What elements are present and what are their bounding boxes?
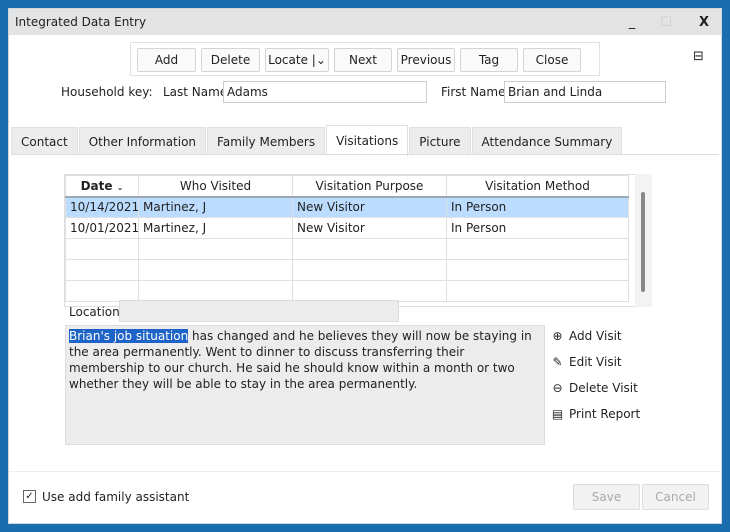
- sort-chevron-icon: ⌄: [116, 182, 124, 192]
- title-bar: Integrated Data Entry _ ☐ X: [9, 9, 721, 35]
- tab-picture[interactable]: Picture: [409, 127, 471, 155]
- visits-table: Date ⌄ Who Visited Visitation Purpose Vi…: [64, 174, 644, 307]
- table-header: Date ⌄ Who Visited Visitation Purpose Vi…: [65, 175, 629, 198]
- add-visit-button[interactable]: ⊕ Add Visit: [551, 329, 622, 343]
- pencil-icon: ✎: [552, 355, 563, 369]
- footer: ✓ Use add family assistant Save Cancel: [9, 471, 721, 523]
- edit-visit-label: Edit Visit: [569, 355, 622, 369]
- cell-method: In Person: [446, 217, 629, 239]
- add-visit-label: Add Visit: [569, 329, 622, 343]
- integrated-data-entry-window: Integrated Data Entry _ ☐ X Add Delete L…: [8, 8, 722, 524]
- column-header-who-visited[interactable]: Who Visited: [138, 175, 293, 198]
- window-title: Integrated Data Entry: [15, 15, 147, 29]
- close-button[interactable]: Close: [523, 48, 581, 72]
- edit-visit-button[interactable]: ✎ Edit Visit: [551, 355, 622, 369]
- print-report-button[interactable]: ▤ Print Report: [551, 407, 640, 421]
- tab-attendance-summary[interactable]: Attendance Summary: [471, 127, 623, 155]
- column-header-date[interactable]: Date ⌄: [65, 175, 139, 198]
- cell-purpose: New Visitor: [292, 196, 447, 218]
- tab-visitations[interactable]: Visitations: [326, 125, 409, 156]
- minus-circle-icon: ⊖: [552, 381, 563, 395]
- cell-date: 10/14/2021: [65, 196, 139, 218]
- cell-method: In Person: [446, 196, 629, 218]
- add-button[interactable]: Add: [137, 48, 196, 72]
- minimize-button[interactable]: _: [617, 9, 647, 35]
- visit-notes-textarea[interactable]: Brian's job situation has changed and he…: [65, 325, 545, 445]
- first-name-input[interactable]: Brian and Linda: [504, 81, 666, 103]
- next-button[interactable]: Next: [334, 48, 392, 72]
- delete-button[interactable]: Delete: [201, 48, 260, 72]
- tag-button[interactable]: Tag: [460, 48, 518, 72]
- assistant-label: Use add family assistant: [42, 490, 190, 504]
- last-name-input[interactable]: Adams: [223, 81, 427, 103]
- plus-circle-icon: ⊕: [552, 329, 563, 343]
- tab-other-information[interactable]: Other Information: [78, 127, 207, 155]
- empty-row[interactable]: [65, 280, 629, 302]
- locate-label: Locate: [268, 53, 308, 67]
- household-key-label: Household key:: [61, 85, 153, 99]
- cell-date: 10/01/2021: [65, 217, 139, 239]
- previous-button[interactable]: Previous: [397, 48, 455, 72]
- layout-icon[interactable]: ⊟: [693, 49, 704, 64]
- cell-who-visited: Martinez, J: [138, 196, 293, 218]
- tab-contact[interactable]: Contact: [11, 127, 78, 155]
- assistant-checkbox[interactable]: ✓: [23, 490, 36, 503]
- delete-visit-label: Delete Visit: [569, 381, 638, 395]
- selected-text: Brian's job situation: [69, 329, 189, 343]
- column-header-visitation-method[interactable]: Visitation Method: [446, 175, 629, 198]
- chevron-down-icon[interactable]: |⌄: [308, 53, 326, 67]
- table-row[interactable]: 10/01/2021 Martinez, J New Visitor In Pe…: [65, 217, 629, 239]
- tab-bar: Contact Other Information Family Members…: [11, 125, 623, 156]
- save-button[interactable]: Save: [573, 484, 640, 510]
- empty-row[interactable]: [65, 238, 629, 260]
- print-report-label: Print Report: [569, 407, 641, 421]
- tab-family-members[interactable]: Family Members: [207, 127, 326, 155]
- location-input[interactable]: [119, 300, 399, 322]
- scrollbar-thumb[interactable]: [641, 192, 645, 292]
- printer-icon: ▤: [551, 407, 564, 421]
- cell-purpose: New Visitor: [292, 217, 447, 239]
- maximize-icon[interactable]: ☐: [651, 9, 681, 35]
- toolbar: Add Delete Locate |⌄ Next Previous Tag C…: [130, 42, 600, 76]
- first-name-label: First Name:: [441, 85, 510, 99]
- cancel-button[interactable]: Cancel: [642, 484, 709, 510]
- locate-button[interactable]: Locate |⌄: [265, 48, 329, 72]
- last-name-label: Last Name:: [163, 85, 232, 99]
- delete-visit-button[interactable]: ⊖ Delete Visit: [551, 381, 638, 395]
- cell-who-visited: Martinez, J: [138, 217, 293, 239]
- location-label: Location:: [69, 305, 124, 319]
- table-scrollbar[interactable]: [635, 174, 652, 307]
- column-header-visitation-purpose[interactable]: Visitation Purpose: [292, 175, 447, 198]
- close-window-button[interactable]: X: [689, 9, 719, 35]
- empty-row[interactable]: [65, 259, 629, 281]
- table-row[interactable]: 10/14/2021 Martinez, J New Visitor In Pe…: [65, 196, 629, 218]
